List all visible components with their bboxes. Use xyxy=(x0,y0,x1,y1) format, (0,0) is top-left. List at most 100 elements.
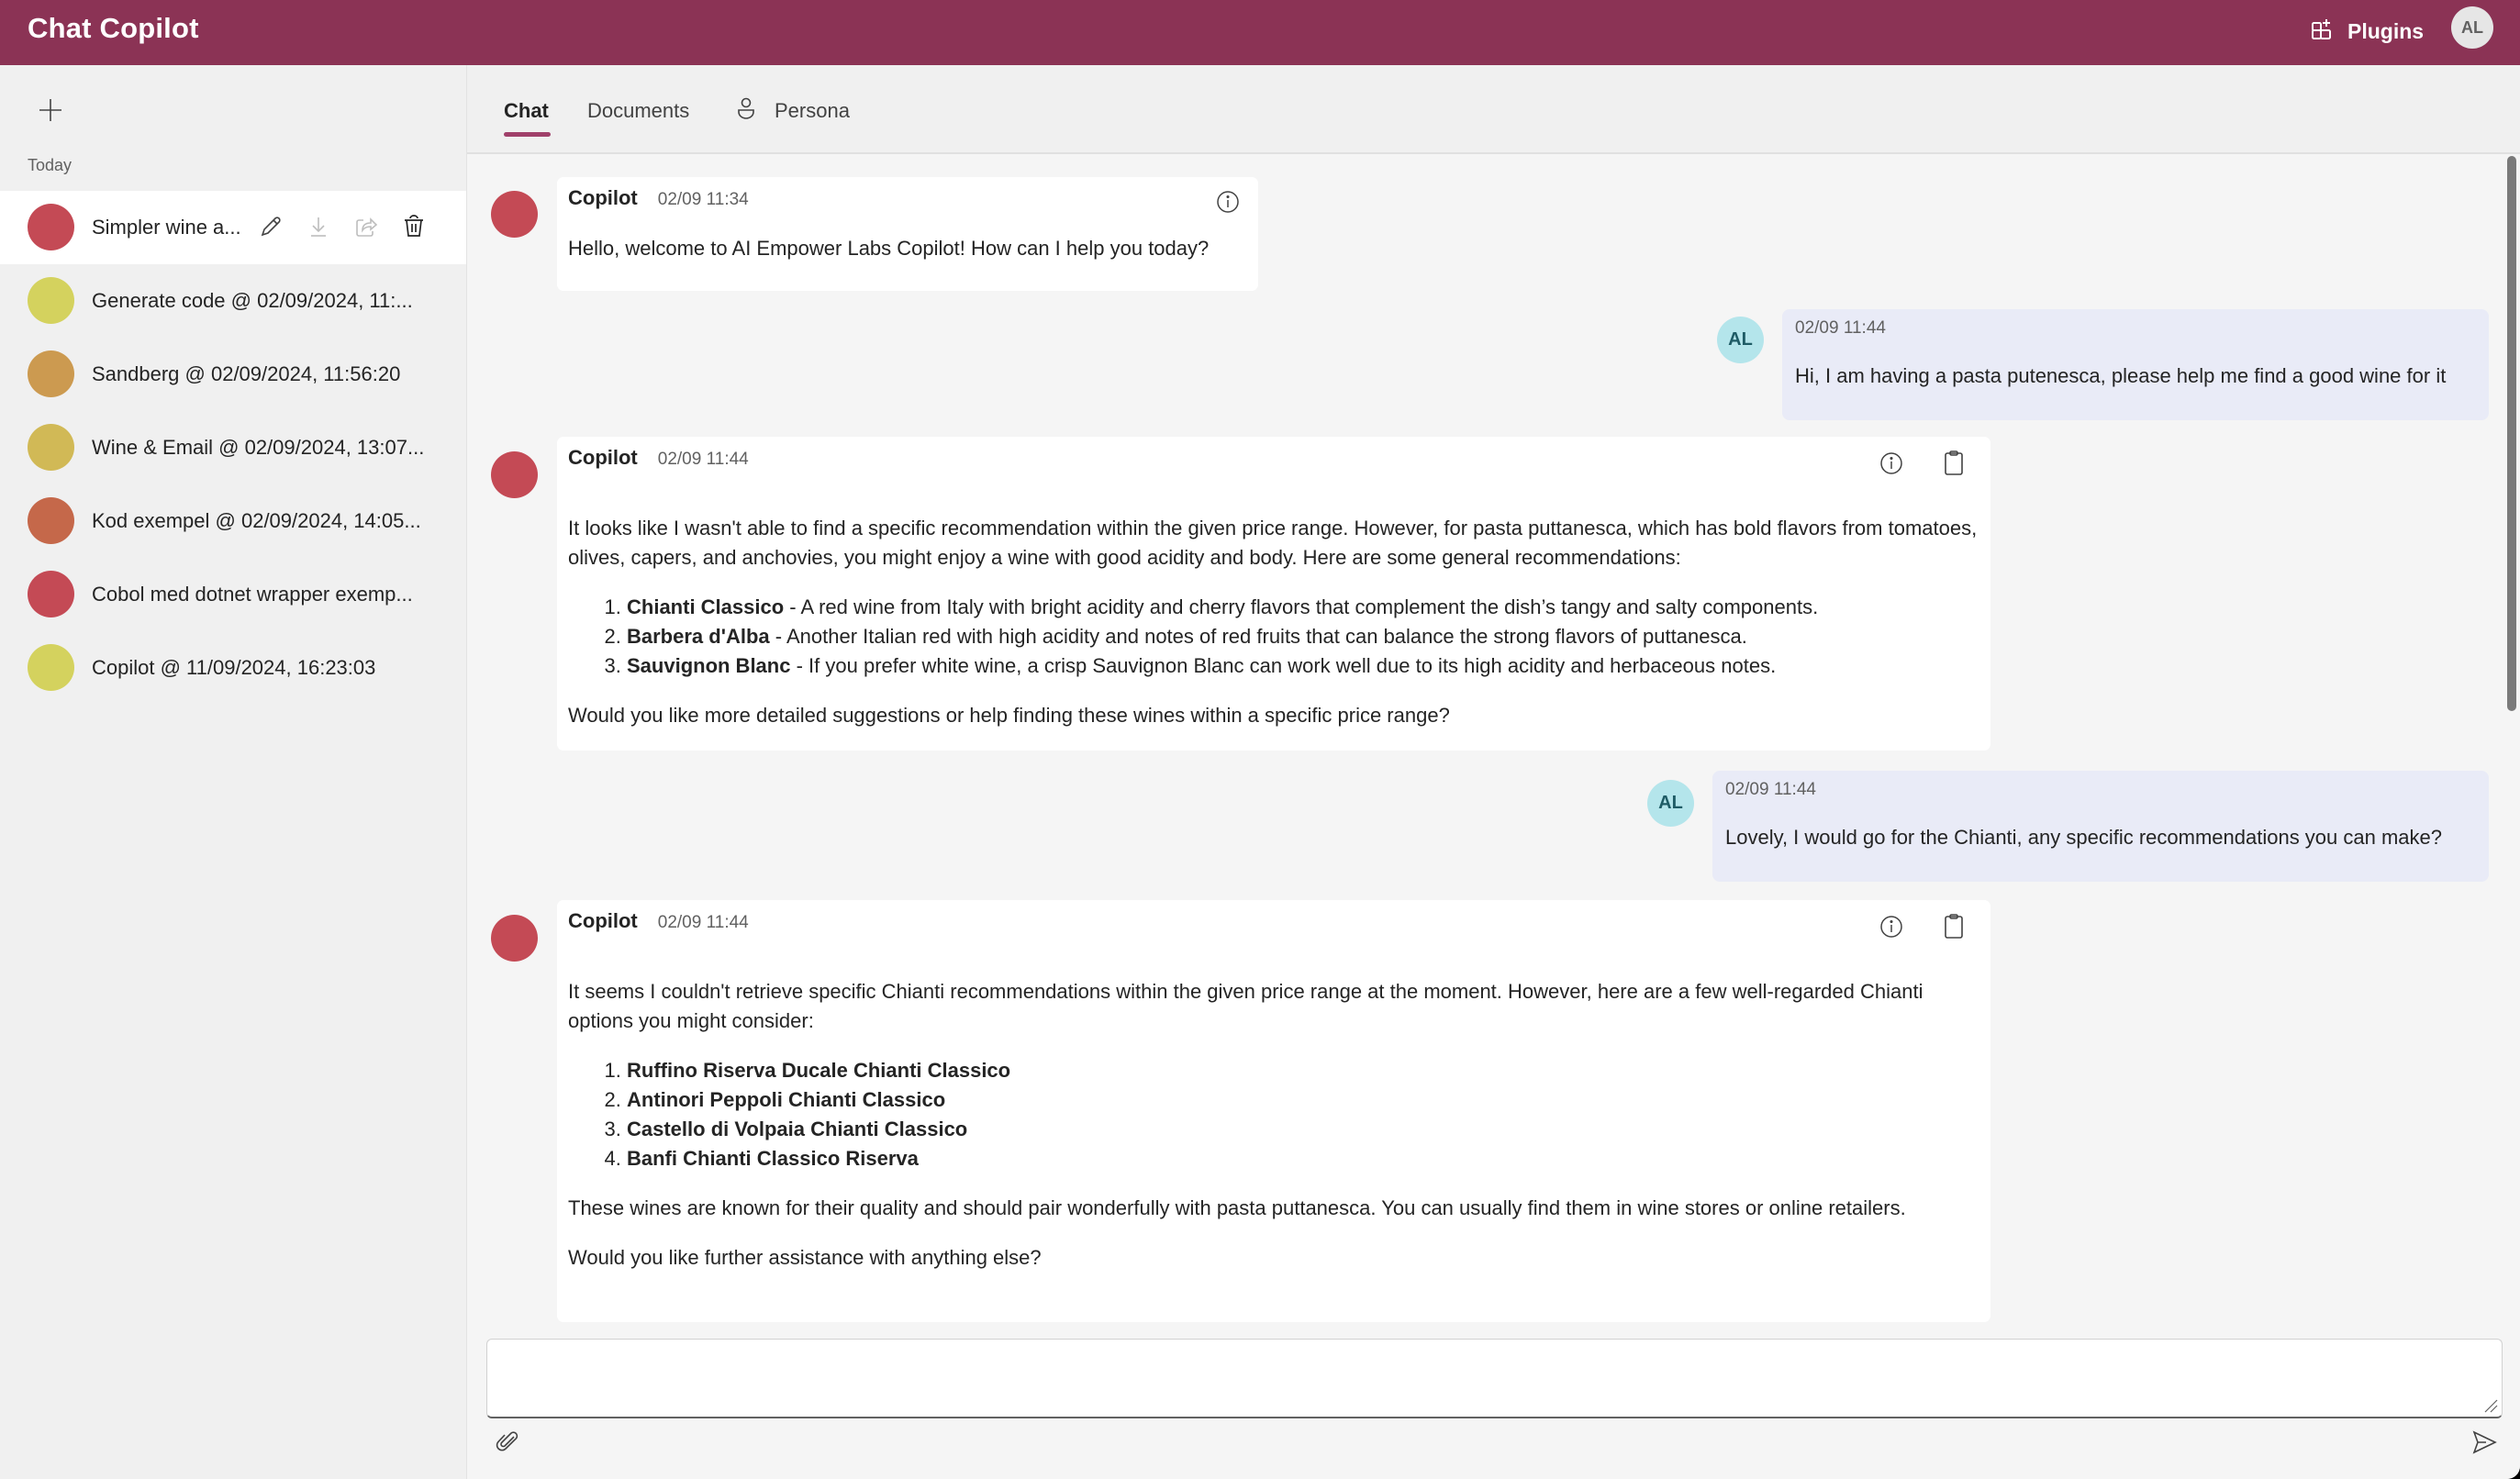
download-icon xyxy=(311,217,326,237)
chat-title: Simpler wine a... xyxy=(92,216,241,239)
message-time: 02/09 11:34 xyxy=(657,190,749,209)
bot-message: Copilot 02/09 11:34 Hello, welcome to AI… xyxy=(557,177,1258,291)
tab-persona-label: Persona xyxy=(775,99,850,122)
info-icon xyxy=(1880,452,1902,474)
plugins-icon xyxy=(2311,17,2335,46)
plugins-label: Plugins xyxy=(2347,18,2425,43)
copy-button[interactable] xyxy=(1938,911,1969,942)
wine-description: - Another Italian red with high acidity … xyxy=(769,625,1747,648)
chat-avatar xyxy=(28,277,74,324)
attach-button[interactable] xyxy=(493,1427,524,1458)
user-message: 02/09 11:44 Lovely, I would go for the C… xyxy=(1712,771,2489,882)
plus-icon xyxy=(39,98,62,127)
wine-name: Barbera d'Alba xyxy=(627,625,770,648)
list-item: Antinori Peppoli Chianti Classico xyxy=(627,1085,1981,1115)
message-outro: Would you like more detailed suggestions… xyxy=(568,704,1450,727)
chat-list-item[interactable]: Copilot @ 11/09/2024, 16:23:03 xyxy=(0,631,466,705)
message-list-scrollbar[interactable] xyxy=(2507,156,2516,711)
clipboard-icon xyxy=(1945,450,1963,475)
chat-list-item[interactable]: Generate code @ 02/09/2024, 11:... xyxy=(0,264,466,338)
section-label-today: Today xyxy=(28,156,72,174)
info-button[interactable] xyxy=(1212,186,1243,217)
chat-avatar xyxy=(28,497,74,544)
wine-name: Banfi Chianti Classico Riserva xyxy=(627,1147,919,1170)
tab-chat-label: Chat xyxy=(504,99,549,122)
list-item: Ruffino Riserva Ducale Chianti Classico xyxy=(627,1056,1981,1085)
chat-input[interactable] xyxy=(487,1340,2502,1417)
user-avatar[interactable]: AL xyxy=(2451,6,2493,49)
message-text: Hello, welcome to AI Empower Labs Copilo… xyxy=(568,237,1210,260)
chat-list-item[interactable]: Kod exempel @ 02/09/2024, 14:05... xyxy=(0,484,466,558)
chat-title: Cobol med dotnet wrapper exemp... xyxy=(92,583,413,606)
message-text: Hi, I am having a pasta putenesca, pleas… xyxy=(1795,364,2447,387)
copy-button[interactable] xyxy=(1938,448,1969,479)
info-button[interactable] xyxy=(1876,448,1907,479)
chat-title: Generate code @ 02/09/2024, 11:... xyxy=(92,289,413,312)
recommendation-list: Ruffino Riserva Ducale Chianti Classico … xyxy=(568,1056,1981,1173)
chat-list-item[interactable]: Simpler wine a... xyxy=(0,191,466,264)
list-item: Sauvignon Blanc - If you prefer white wi… xyxy=(627,651,1981,681)
list-item: Chianti Classico - A red wine from Italy… xyxy=(627,593,1981,622)
chat-list-item[interactable]: Wine & Email @ 02/09/2024, 13:07... xyxy=(0,411,466,484)
copilot-avatar xyxy=(491,191,538,238)
info-button[interactable] xyxy=(1876,911,1907,942)
chat-list-item[interactable]: Sandberg @ 02/09/2024, 11:56:20 xyxy=(0,338,466,411)
wine-name: Chianti Classico xyxy=(627,595,785,618)
list-item: Castello di Volpaia Chianti Classico xyxy=(627,1115,1981,1144)
chat-title: Kod exempel @ 02/09/2024, 14:05... xyxy=(92,509,421,532)
chat-list-item[interactable]: Cobol med dotnet wrapper exemp... xyxy=(0,558,466,631)
tab-documents[interactable]: Documents xyxy=(587,93,689,129)
send-button[interactable] xyxy=(2468,1427,2501,1458)
wine-name: Castello di Volpaia Chianti Classico xyxy=(627,1118,968,1140)
main-panel: Chat Documents Persona Copilot 02/09 11:… xyxy=(466,65,2520,1479)
wine-name: Ruffino Riserva Ducale Chianti Classico xyxy=(627,1059,1011,1082)
list-item: Banfi Chianti Classico Riserva xyxy=(627,1144,1981,1173)
sidebar: Today Simpler wine a... Generate code @ … xyxy=(0,65,466,1479)
tab-documents-label: Documents xyxy=(587,99,690,122)
share-button[interactable] xyxy=(352,211,380,242)
new-chat-button[interactable] xyxy=(33,95,68,129)
message-intro: It seems I couldn't retrieve specific Ch… xyxy=(568,980,1923,1032)
message-outro: These wines are known for their quality … xyxy=(568,1196,1906,1219)
chat-avatar xyxy=(28,350,74,397)
app-window: Chat Copilot Plugins AL Today Simpler wi… xyxy=(0,0,2520,1479)
active-tab-indicator xyxy=(504,132,551,137)
tab-persona[interactable]: Persona xyxy=(736,93,850,129)
wine-description: - A red wine from Italy with bright acid… xyxy=(784,595,1819,618)
message-text: Lovely, I would go for the Chianti, any … xyxy=(1725,826,2442,849)
message-followup: Would you like further assistance with a… xyxy=(568,1246,1042,1269)
recommendation-list: Chianti Classico - A red wine from Italy… xyxy=(568,593,1981,681)
chat-list: Simpler wine a... Generate code @ 02/09/… xyxy=(0,191,466,705)
send-icon xyxy=(2472,1430,2497,1454)
paperclip-icon xyxy=(496,1431,518,1451)
tab-bar: Chat Documents Persona xyxy=(467,65,2520,154)
message-intro: It looks like I wasn't able to find a sp… xyxy=(568,517,1978,569)
plugins-button[interactable]: Plugins xyxy=(2311,13,2424,50)
top-header: Chat Copilot Plugins AL xyxy=(0,0,2520,65)
chat-avatar xyxy=(28,204,74,250)
user-message-avatar: AL xyxy=(1717,317,1764,363)
copilot-avatar xyxy=(491,451,538,498)
resize-grip-icon[interactable] xyxy=(2483,1398,2498,1413)
sender-name: Copilot xyxy=(568,909,638,932)
message-time: 02/09 11:44 xyxy=(657,450,749,469)
message-time: 02/09 11:44 xyxy=(657,913,749,932)
person-icon xyxy=(736,96,756,126)
copilot-avatar xyxy=(491,915,538,962)
app-title: Chat Copilot xyxy=(28,12,199,44)
tab-chat[interactable]: Chat xyxy=(504,93,549,129)
bot-message: Copilot 02/09 11:44 It looks like I wasn… xyxy=(557,437,1990,751)
download-button[interactable] xyxy=(305,211,332,242)
chat-title: Sandberg @ 02/09/2024, 11:56:20 xyxy=(92,362,401,385)
delete-button[interactable] xyxy=(400,211,428,242)
message-time: 02/09 11:44 xyxy=(1795,318,1886,338)
chat-item-actions xyxy=(257,211,428,242)
pencil-icon xyxy=(261,217,281,237)
chat-avatar xyxy=(28,571,74,617)
edit-button[interactable] xyxy=(257,211,284,242)
wine-name: Antinori Peppoli Chianti Classico xyxy=(627,1088,946,1111)
chat-avatar xyxy=(28,644,74,691)
user-message-avatar: AL xyxy=(1647,780,1694,827)
bot-message: Copilot 02/09 11:44 It seems I couldn't … xyxy=(557,900,1990,1322)
message-body: It looks like I wasn't able to find a sp… xyxy=(568,514,1981,751)
